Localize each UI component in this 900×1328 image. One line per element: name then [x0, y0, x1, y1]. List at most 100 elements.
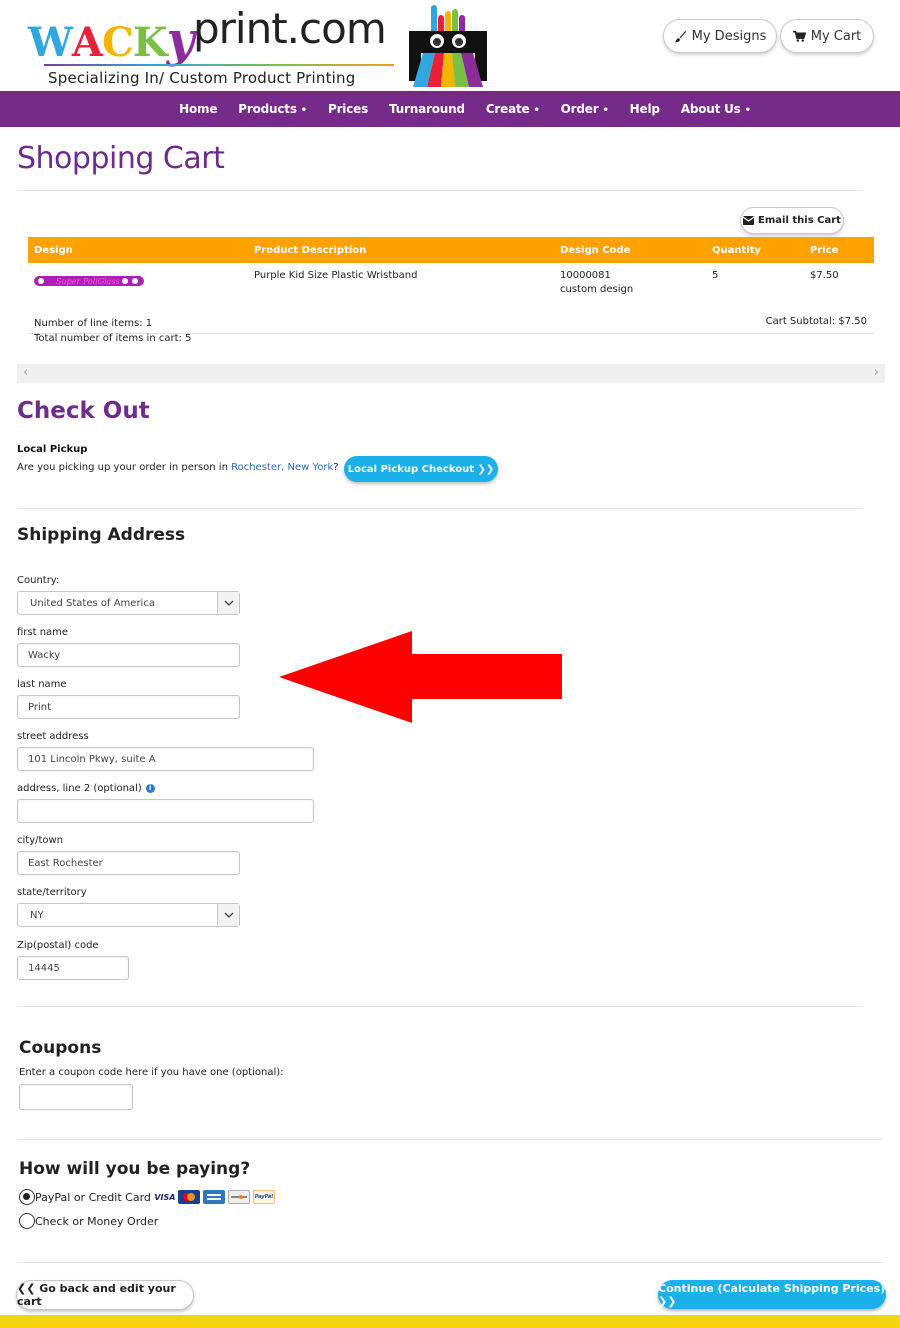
visa-card-icon: VISA — [154, 1192, 176, 1202]
info-icon[interactable]: i — [145, 783, 155, 793]
payment-option-check[interactable]: Check or Money Order — [19, 1213, 158, 1229]
logo-tagline: Specializing In/ Custom Product Printing — [48, 69, 356, 87]
city-label: city/town — [17, 835, 64, 846]
radio-selected[interactable] — [19, 1189, 35, 1205]
nav-item-about-us[interactable]: About Us • — [681, 102, 751, 116]
coupon-prompt: Enter a coupon code here if you have one… — [19, 1067, 284, 1078]
local-pickup-checkout-button[interactable]: Local Pickup Checkout ❯❯ — [344, 456, 498, 482]
coupon-input[interactable] — [19, 1084, 133, 1110]
divider — [17, 1139, 883, 1140]
site-header: WACKy print.com Specializing In/ Custom … — [0, 0, 900, 91]
footer-bar — [0, 1315, 900, 1328]
state-value: NY — [30, 909, 44, 921]
radio-unselected[interactable] — [19, 1213, 35, 1229]
main-nav: Home Products • Prices Turnaround Create •… — [0, 91, 900, 127]
printer-mascot-icon — [409, 5, 487, 87]
site-logo[interactable]: WACKy print.com Specializing In/ Custom … — [28, 4, 398, 87]
table-header-row: Design Product Description Design Code Q… — [28, 237, 874, 263]
my-cart-button[interactable]: My Cart — [780, 19, 874, 53]
shipping-address-title: Shipping Address — [17, 525, 186, 545]
my-designs-label: My Designs — [691, 28, 767, 44]
logo-letter: W — [28, 19, 73, 66]
card-logos: VISA PayPal — [154, 1190, 275, 1204]
dropdown-indicator-icon: • — [300, 105, 307, 116]
first-name-label: first name — [17, 627, 69, 638]
payment-option-label: Check or Money Order — [35, 1214, 159, 1228]
nav-label: Create — [485, 102, 530, 116]
city-input[interactable] — [17, 851, 240, 875]
local-pickup-heading: Local Pickup — [17, 444, 88, 455]
line-items-count: Number of line items: 1 — [34, 318, 153, 329]
payment-option-paypal-card[interactable]: PayPal or Credit Card VISA PayPal — [19, 1189, 275, 1205]
state-label: state/territory — [17, 887, 87, 898]
wristband-design-thumbnail[interactable]: Super PoliGlass — [34, 274, 144, 288]
nav-item-home[interactable]: Home — [179, 102, 217, 116]
last-name-label: last name — [17, 679, 67, 690]
red-arrow-annotation-icon — [279, 631, 562, 723]
divider — [17, 1262, 883, 1263]
divider — [17, 1006, 863, 1007]
nav-label: Products — [238, 102, 297, 116]
description-cell: Purple Kid Size Plastic Wristband — [248, 263, 554, 334]
zip-input[interactable] — [17, 956, 129, 980]
column-header-description: Product Description — [248, 237, 554, 263]
chevron-down-icon — [217, 592, 239, 614]
street-address-input[interactable] — [17, 747, 314, 771]
payment-option-label: PayPal or Credit Card — [35, 1190, 151, 1204]
scroll-left-icon[interactable]: ‹ — [23, 365, 28, 380]
paypal-icon: PayPal — [252, 1190, 275, 1204]
cart-summary: Number of line items: 1 Total number of … — [34, 316, 191, 346]
nav-item-products[interactable]: Products • — [238, 102, 307, 116]
scroll-right-icon[interactable]: › — [874, 365, 879, 380]
back-to-cart-button[interactable]: ❮❮ Go back and edit your cart — [16, 1280, 194, 1310]
chevron-down-icon — [217, 904, 239, 926]
continue-button[interactable]: Continue (Calculate Shipping Prices) ❯❯ — [658, 1280, 886, 1309]
zip-label: Zip(postal) code — [17, 940, 99, 951]
nav-item-create[interactable]: Create • — [486, 102, 540, 116]
nav-label: Prices — [327, 102, 369, 116]
paintbrush-icon — [674, 30, 686, 42]
country-value: United States of America — [30, 597, 155, 609]
logo-letter: C — [101, 19, 134, 66]
column-header-design-code: Design Code — [554, 237, 706, 263]
dropdown-indicator-icon: • — [533, 105, 540, 116]
payment-title: How will you be paying? — [19, 1159, 251, 1179]
nav-item-help[interactable]: Help — [630, 102, 660, 116]
divider — [17, 190, 863, 191]
nav-item-turnaround[interactable]: Turnaround — [389, 102, 465, 116]
shopping-cart-icon — [792, 30, 806, 42]
logo-wacky-text: WACKy — [28, 12, 194, 68]
nav-item-order[interactable]: Order • — [561, 102, 609, 116]
question-text: Are you picking up your order in person … — [17, 462, 232, 473]
amex-card-icon — [202, 1190, 225, 1204]
divider — [17, 508, 863, 509]
discover-card-icon — [227, 1190, 250, 1204]
column-header-quantity: Quantity — [706, 237, 804, 263]
column-header-price: Price — [804, 237, 874, 263]
dropdown-indicator-icon: • — [602, 105, 609, 116]
logo-print-text: print.com — [193, 4, 387, 53]
design-code-note: custom design — [560, 284, 634, 295]
state-select[interactable]: NY — [17, 903, 240, 927]
country-select[interactable]: United States of America — [17, 591, 240, 615]
nav-label: Turnaround — [389, 102, 465, 116]
wristband-text: Super PoliGlass — [56, 277, 120, 286]
last-name-input[interactable] — [17, 695, 240, 719]
first-name-input[interactable] — [17, 643, 240, 667]
my-cart-label: My Cart — [810, 28, 862, 44]
email-cart-button[interactable]: Email this Cart — [740, 207, 844, 234]
country-label: Country: — [17, 575, 60, 586]
address-line2-input[interactable] — [17, 799, 314, 823]
question-mark: ? — [333, 462, 339, 473]
envelope-icon — [743, 216, 755, 225]
logo-underline — [44, 64, 394, 66]
nav-item-prices[interactable]: Prices — [328, 102, 368, 116]
cart-subtotal: Cart Subtotal: $7.50 — [765, 316, 867, 327]
logo-letter: A — [71, 19, 103, 66]
rochester-link[interactable]: Rochester, New York — [231, 462, 333, 473]
my-designs-button[interactable]: My Designs — [663, 19, 777, 53]
design-code-cell: 10000081 custom design — [554, 263, 706, 334]
nav-label: Order — [560, 102, 599, 116]
checkout-title: Check Out — [17, 398, 150, 424]
horizontal-scrollbar[interactable]: ‹ › — [17, 364, 885, 383]
